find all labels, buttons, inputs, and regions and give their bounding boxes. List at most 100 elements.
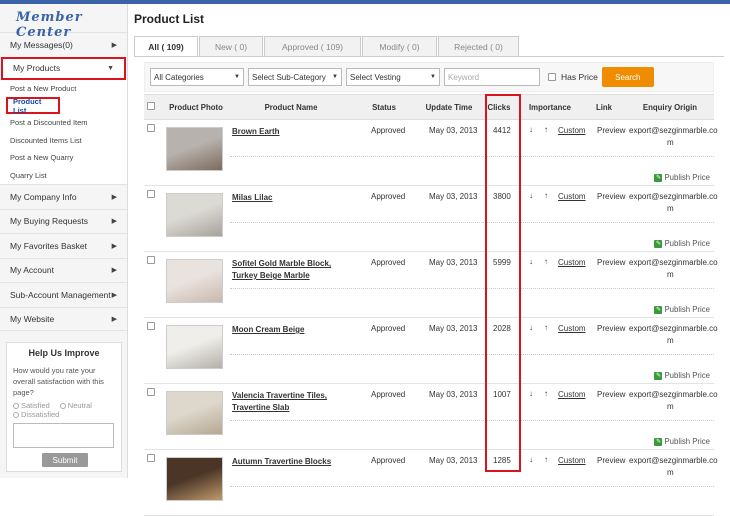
sidebar-item-label: My Favorites Basket: [10, 240, 87, 251]
has-price-filter[interactable]: Has Price: [548, 72, 598, 82]
chevron-right-icon: ▶: [111, 41, 117, 49]
products-submenu: Post a New Product Product List Post a D…: [0, 79, 127, 185]
publish-price-link[interactable]: ✎ Publish Price: [654, 305, 710, 314]
product-name-link[interactable]: Milas Lilac: [232, 192, 350, 204]
row-checkbox[interactable]: [147, 322, 155, 332]
category-select[interactable]: All Categories ▼: [150, 68, 244, 86]
sidebar-item-sub-account[interactable]: Sub-Account Management ▶: [0, 282, 127, 307]
member-center-logo: Member Center: [16, 10, 83, 40]
arrow-down-icon[interactable]: ↓: [529, 455, 533, 464]
subcategory-select[interactable]: Select Sub-Category ▼: [248, 68, 342, 86]
help-title: Help Us Improve: [28, 348, 100, 358]
custom-link[interactable]: Custom: [558, 192, 586, 201]
submenu-post-new-quarry[interactable]: Post a New Quarry: [0, 149, 127, 167]
row-checkbox[interactable]: [147, 256, 155, 266]
sidebar-item-buying-requests[interactable]: My Buying Requests ▶: [0, 208, 127, 233]
tab-rejected[interactable]: Rejected ( 0): [438, 36, 519, 57]
radio-neutral[interactable]: Neutral: [59, 401, 92, 410]
product-photo[interactable]: [166, 325, 223, 369]
custom-link[interactable]: Custom: [558, 456, 586, 465]
product-name-link[interactable]: Moon Cream Beige: [232, 324, 350, 336]
submit-button[interactable]: Submit: [42, 453, 88, 467]
preview-link[interactable]: Preview: [597, 126, 625, 135]
search-button[interactable]: Search: [601, 67, 654, 87]
product-photo[interactable]: [166, 391, 223, 435]
tab-modify[interactable]: Modify ( 0): [362, 36, 437, 57]
arrow-up-icon[interactable]: ↑: [544, 257, 548, 266]
custom-link[interactable]: Custom: [558, 258, 586, 267]
row-checkbox[interactable]: [147, 124, 155, 134]
preview-link[interactable]: Preview: [597, 390, 625, 399]
checkbox-icon[interactable]: [548, 73, 556, 81]
update-time: May 03, 2013: [429, 258, 478, 267]
submenu-post-discounted-item[interactable]: Post a Discounted Item: [0, 114, 127, 132]
submenu-post-new-product[interactable]: Post a New Product: [0, 80, 127, 98]
arrow-up-icon[interactable]: ↑: [544, 323, 548, 332]
product-name-link[interactable]: Valencia Travertine Tiles, Travertine Sl…: [232, 390, 350, 414]
radio-dissatisfied[interactable]: Dissatisfied: [13, 410, 59, 419]
tab-new[interactable]: New ( 0): [199, 36, 263, 57]
preview-link[interactable]: Preview: [597, 456, 625, 465]
enquiry-origin-email: export@sezginmarble.co: [629, 390, 718, 399]
filter-bar: All Categories ▼ Select Sub-Category ▼ Sel…: [144, 62, 714, 92]
publish-price-link[interactable]: ✎ Publish Price: [654, 239, 710, 248]
select-all-checkbox[interactable]: [147, 102, 155, 112]
custom-link[interactable]: Custom: [558, 390, 586, 399]
product-name-link[interactable]: Brown Earth: [232, 126, 350, 138]
tab-approved[interactable]: Approved ( 109): [264, 36, 361, 57]
submenu-quarry-list[interactable]: Quarry List: [0, 167, 127, 185]
arrow-down-icon[interactable]: ↓: [529, 191, 533, 200]
publish-price-link[interactable]: ✎ Publish Price: [654, 173, 710, 182]
arrow-up-icon[interactable]: ↑: [544, 125, 548, 134]
feedback-textarea[interactable]: [13, 423, 114, 448]
product-name-link[interactable]: Autumn Travertine Blocks: [232, 456, 350, 468]
radio-satisfied[interactable]: Satisfied: [13, 401, 50, 410]
arrow-down-icon[interactable]: ↓: [529, 389, 533, 398]
arrow-up-icon[interactable]: ↑: [544, 191, 548, 200]
arrow-down-icon[interactable]: ↓: [529, 125, 533, 134]
update-time: May 03, 2013: [429, 456, 478, 465]
vesting-select[interactable]: Select Vesting ▼: [346, 68, 440, 86]
product-photo[interactable]: [166, 259, 223, 303]
preview-link[interactable]: Preview: [597, 192, 625, 201]
sidebar-item-favorites-basket[interactable]: My Favorites Basket ▶: [0, 233, 127, 258]
update-time: May 03, 2013: [429, 192, 478, 201]
chevron-right-icon: ▶: [111, 291, 117, 299]
arrow-down-icon[interactable]: ↓: [529, 257, 533, 266]
chevron-right-icon: ▶: [111, 218, 117, 226]
preview-link[interactable]: Preview: [597, 258, 625, 267]
row-checkbox[interactable]: [147, 454, 155, 464]
status-text: Approved: [371, 324, 406, 333]
arrow-down-icon[interactable]: ↓: [529, 323, 533, 332]
arrow-up-icon[interactable]: ↑: [544, 455, 548, 464]
publish-price-link[interactable]: ✎ Publish Price: [654, 437, 710, 446]
product-photo[interactable]: [166, 457, 223, 501]
product-name-link[interactable]: Sofitel Gold Marble Block, Turkey Beige …: [232, 258, 350, 282]
product-photo[interactable]: [166, 127, 223, 171]
table-header: Product Photo Product Name Status Update…: [144, 94, 714, 120]
publish-price-link[interactable]: ✎ Publish Price: [654, 371, 710, 380]
sidebar-item-website[interactable]: My Website ▶: [0, 306, 127, 331]
clicks-count: 1007: [493, 390, 511, 399]
sidebar-item-label: My Account: [10, 265, 54, 276]
tab-all[interactable]: All ( 109): [134, 36, 198, 57]
product-photo[interactable]: [166, 193, 223, 237]
sidebar-item-account[interactable]: My Account ▶: [0, 257, 127, 282]
sidebar-item-company-info[interactable]: My Company Info ▶: [0, 184, 127, 209]
arrow-up-icon[interactable]: ↑: [544, 389, 548, 398]
sidebar-item-my-products[interactable]: My Products ▼: [1, 56, 126, 80]
row-checkbox[interactable]: [147, 388, 155, 398]
submenu-product-list[interactable]: Product List: [6, 97, 60, 115]
col-clicks: Clicks: [487, 102, 511, 112]
keyword-input[interactable]: Keyword: [444, 68, 540, 86]
status-text: Approved: [371, 456, 406, 465]
clicks-count: 2028: [493, 324, 511, 333]
status-text: Approved: [371, 192, 406, 201]
row-checkbox[interactable]: [147, 190, 155, 200]
sidebar-item-label: My Website: [10, 313, 55, 324]
table-row: Moon Cream Beige Approved May 03, 2013 2…: [144, 318, 718, 384]
custom-link[interactable]: Custom: [558, 324, 586, 333]
custom-link[interactable]: Custom: [558, 126, 586, 135]
preview-link[interactable]: Preview: [597, 324, 625, 333]
submenu-discounted-items-list[interactable]: Discounted Items List: [0, 132, 127, 150]
